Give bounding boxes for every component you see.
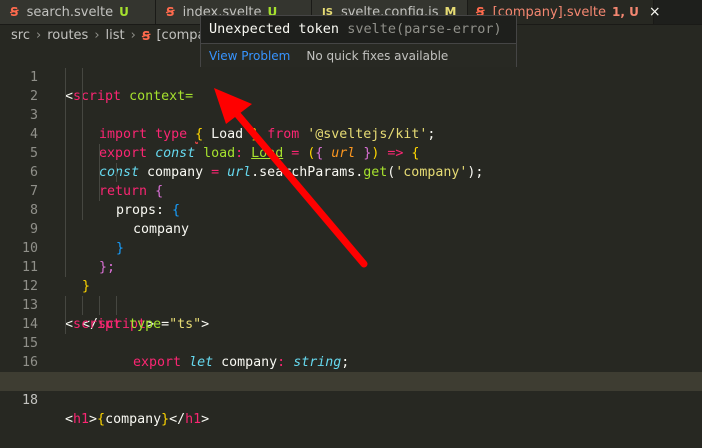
red-arrow-annotation — [214, 88, 368, 268]
